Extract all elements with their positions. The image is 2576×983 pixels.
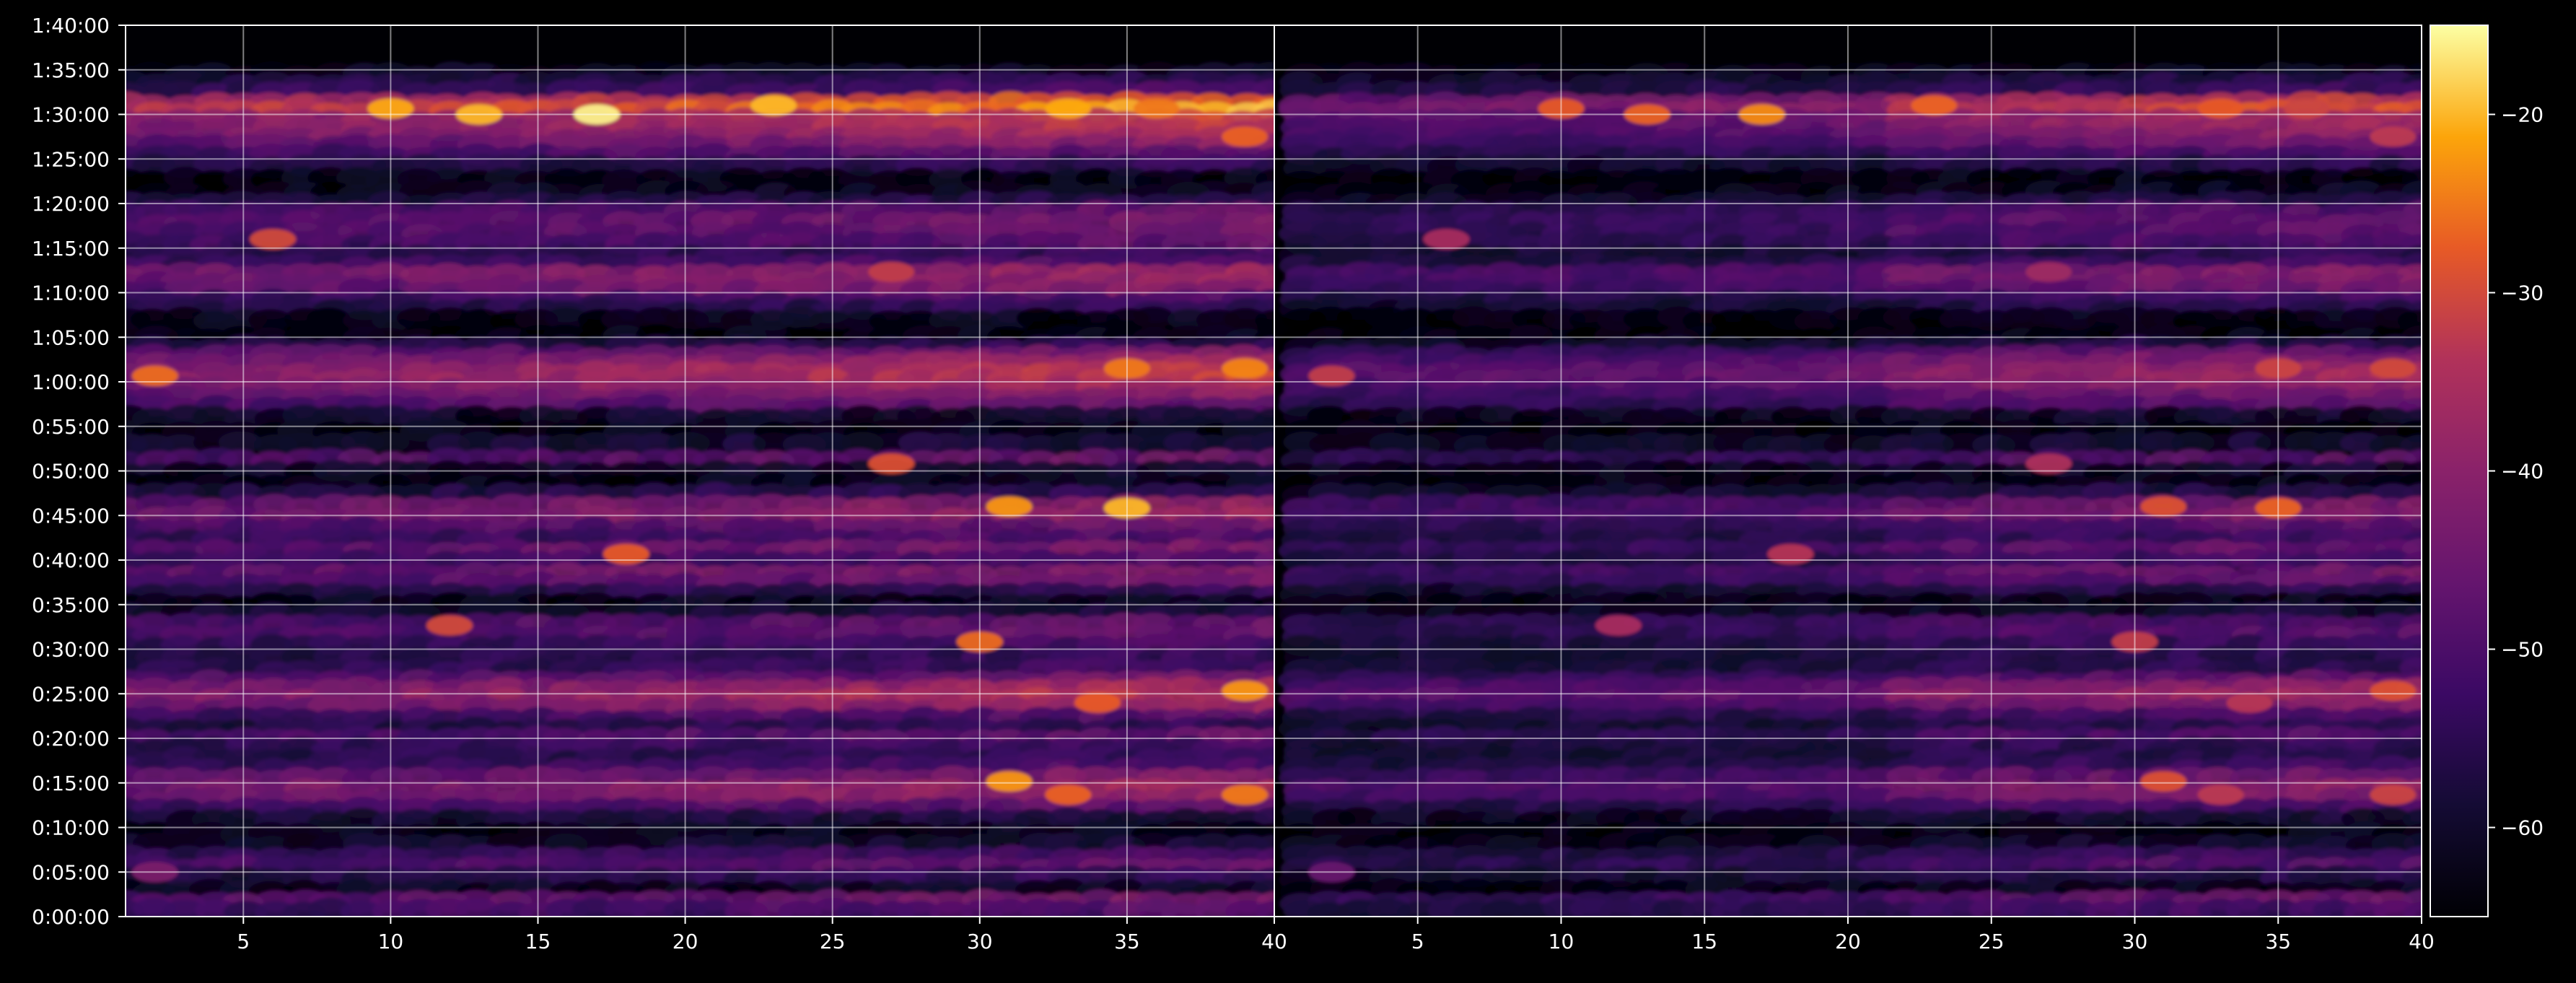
heatmap-hotspot [986, 496, 1033, 517]
heatmap-hotspot [1045, 785, 1092, 805]
right-heatmap-panel [1274, 25, 2422, 917]
heatmap-hotspot [1222, 785, 1269, 805]
heatmap-hotspot [1074, 692, 1121, 713]
left-heatmap-panel [126, 25, 1274, 917]
heatmap-hotspot [426, 615, 473, 636]
heatmap-hotspot [250, 229, 297, 250]
heatmap-hotspot [986, 771, 1033, 792]
heatmap-hotspot [603, 543, 649, 564]
heatmap-hotspot [1222, 126, 1269, 147]
heatmap-hotspot [1222, 358, 1269, 379]
heatmap-hotspot [1045, 98, 1092, 119]
heatmap-hotspot [1222, 681, 1269, 702]
heatmap-hotspot [131, 365, 178, 386]
heatmap-figure: 0:00:000:05:000:10:000:15:000:20:000:25:… [32, 14, 2544, 953]
heatmap-hotspot [868, 261, 915, 282]
heatmap-hotspot [750, 95, 797, 116]
heatmap-hotspot [1133, 98, 1180, 119]
